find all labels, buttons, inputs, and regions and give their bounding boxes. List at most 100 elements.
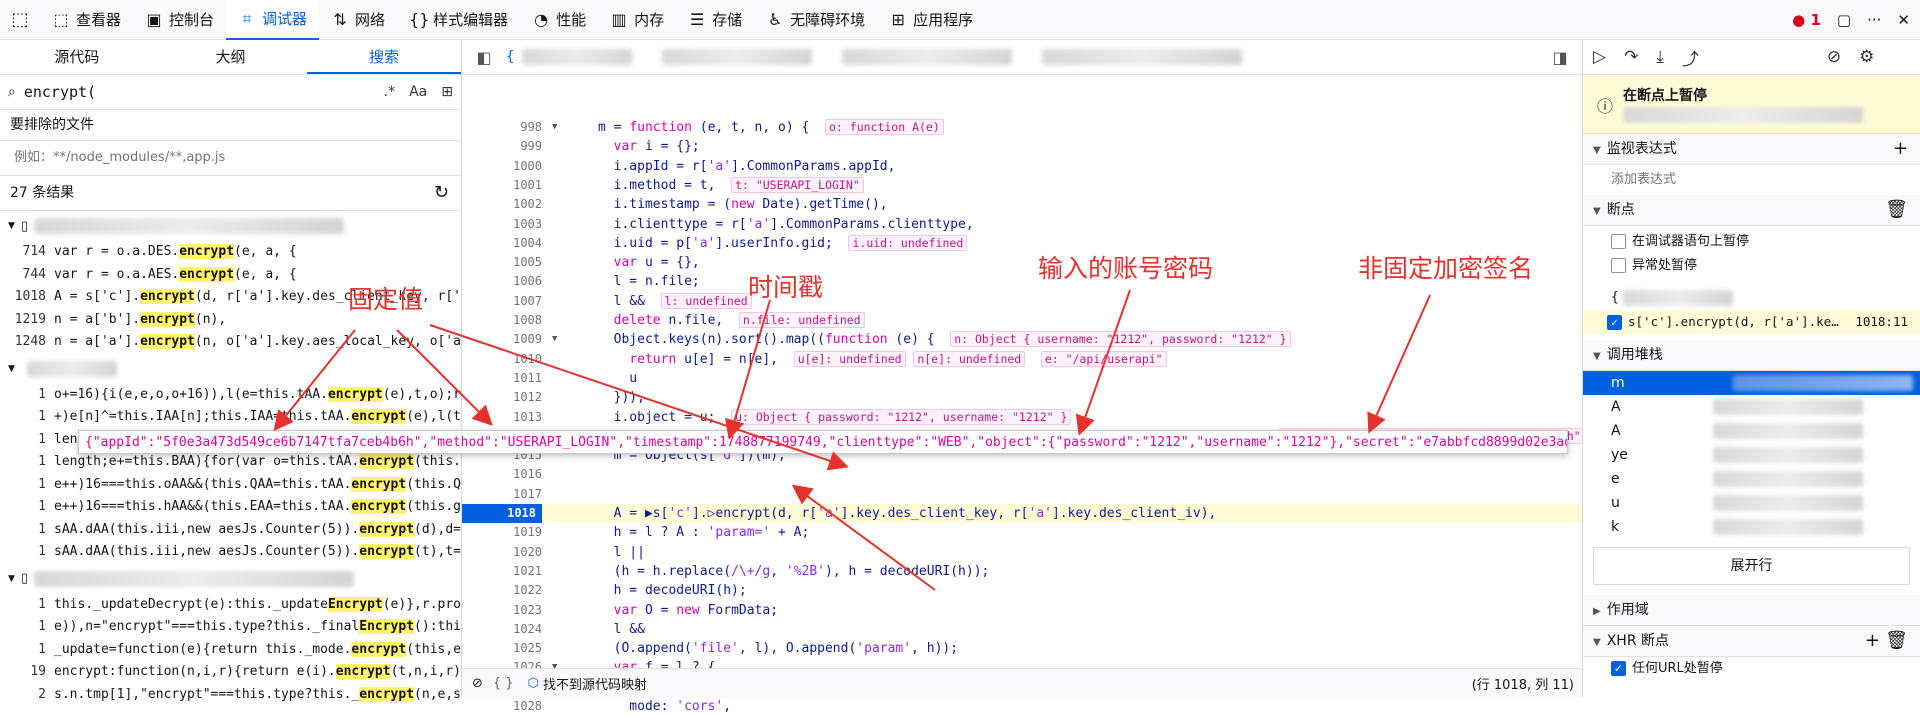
settings-icon[interactable]: ⚙ xyxy=(1859,47,1874,67)
call-stack-frame[interactable]: u xyxy=(1583,491,1920,515)
search-result-row[interactable]: 1248 n = a['a'].encrypt(n, o['a'].key.aes… xyxy=(0,331,461,354)
xhr-breakpoints-header[interactable]: ▼ XHR 断点 🗑 + xyxy=(1583,626,1920,657)
search-result-row[interactable]: 1 o+=16){i(e,e,o,o+16)),l(e=this.tAA.encr… xyxy=(0,384,461,407)
tab-outline[interactable]: 大纲 xyxy=(154,40,308,74)
result-file-header[interactable]: ▼ xyxy=(0,354,461,384)
pause-on-debugger-checkbox[interactable]: 在调试器语句上暂停 xyxy=(1583,230,1920,254)
code-line[interactable]: 1023 var O = new FormData; xyxy=(462,601,1582,620)
step-over-icon[interactable]: ↷ xyxy=(1624,47,1638,67)
deactivate-breakpoints-icon[interactable]: ⊘ xyxy=(1827,47,1841,67)
code-line[interactable]: 1008 delete n.file, n.file: undefined xyxy=(462,311,1582,330)
trash-icon[interactable]: 🗑 xyxy=(1885,195,1908,225)
code-line[interactable]: 1013 i.object = u; u: Object { password:… xyxy=(462,408,1582,427)
dock-toggle-icon[interactable]: ▢ xyxy=(1837,11,1851,29)
search-result-row[interactable]: 1 +)e[n]^=this.IAA[n];this.IAA=this.tAA.e… xyxy=(0,406,461,429)
line-number[interactable]: 1006 xyxy=(462,272,542,291)
call-stack-frame[interactable]: m xyxy=(1583,371,1920,395)
search-result-row[interactable]: 19 encrypt:function(n,i,r){return e(i).en… xyxy=(0,661,461,684)
code-line[interactable]: 1017 xyxy=(462,485,1582,504)
breakpoints-header[interactable]: ▼ 断点 🗑 xyxy=(1583,195,1920,226)
whole-word-icon[interactable]: ⊞ xyxy=(441,84,453,100)
fold-toggle-icon[interactable]: ▼ xyxy=(552,330,557,349)
pause-on-exceptions-checkbox[interactable]: 异常处暂停 xyxy=(1583,254,1920,278)
line-number[interactable]: 1001 xyxy=(462,176,542,195)
code-line[interactable]: 1028 mode: 'cors', xyxy=(462,697,1582,716)
code-line-current[interactable]: 1018 A = ▶s['c'].▷encrypt(d, r['a'].key.… xyxy=(462,504,1582,524)
toggle-right-pane-icon[interactable]: ◨ xyxy=(1538,48,1582,67)
line-number[interactable]: 1024 xyxy=(462,620,542,639)
code-line[interactable]: 1021 (h = h.replace(/\+/g, '%2B'), h = d… xyxy=(462,562,1582,581)
tab-network[interactable]: ⇅ 网络 xyxy=(319,0,397,40)
tab-apps-grid[interactable]: ⊞ 应用程序 xyxy=(877,0,985,40)
code-line[interactable]: 1016 xyxy=(462,465,1582,484)
tab-braces[interactable]: {} 样式编辑器 xyxy=(397,0,520,40)
line-number[interactable]: 1018 xyxy=(462,504,542,524)
line-number[interactable]: 1010 xyxy=(462,350,542,369)
code-line[interactable]: 1025 (O.append('file', l), O.append('par… xyxy=(462,639,1582,658)
more-options-icon[interactable]: ··· xyxy=(1867,11,1881,29)
result-file-header[interactable]: ▼ ▯ xyxy=(0,211,461,241)
search-result-row[interactable]: 1 length;e+=this.BAA){for(var o=this.tAA.… xyxy=(0,451,461,474)
code-line[interactable]: 998 ▼ m = function (e, t, n, o) { o: funct… xyxy=(462,118,1582,137)
code-line[interactable]: 1012 })), xyxy=(462,388,1582,407)
search-result-row[interactable]: 1 sAA.dAA(this.iii,new aesJs.Counter(5)).… xyxy=(0,519,461,542)
tab-sources[interactable]: 源代码 xyxy=(0,40,154,74)
search-result-row[interactable]: 2 s.n.tmp[1],"encrypt"===this.type?this._… xyxy=(0,684,461,707)
add-watch-input[interactable]: 添加表达式 xyxy=(1583,165,1920,195)
pretty-print-icon[interactable]: ⊘ xyxy=(472,676,483,691)
line-number[interactable]: 1025 xyxy=(462,639,542,658)
toggle-sidebar-icon[interactable]: ◧ xyxy=(462,48,506,67)
code-line[interactable]: 1019 h = l ? A : 'param=' + A; xyxy=(462,523,1582,542)
line-number[interactable]: 1012 xyxy=(462,388,542,407)
tab-inspector[interactable]: ⬚ 查看器 xyxy=(40,0,133,40)
tab-memory[interactable]: ▥ 内存 xyxy=(598,0,676,40)
code-line[interactable]: 1001 i.method = t, t: "USERAPI_LOGIN" xyxy=(462,176,1582,195)
tab-storage[interactable]: ☰ 存储 xyxy=(676,0,754,40)
refresh-icon[interactable]: ↻ xyxy=(434,176,449,210)
code-line[interactable]: 1010 return u[e] = n[e], u[e]: undefined… xyxy=(462,350,1582,369)
resume-icon[interactable]: ▷ xyxy=(1593,47,1606,67)
tab-debugger[interactable]: ⌗ 调试器 xyxy=(226,0,320,40)
call-stack-frame[interactable]: A xyxy=(1583,419,1920,443)
line-number[interactable]: 1028 xyxy=(462,697,542,716)
fold-toggle-icon[interactable]: ▼ xyxy=(552,118,557,137)
trash-icon[interactable]: 🗑 xyxy=(1885,626,1908,656)
code-line[interactable]: 1024 l && xyxy=(462,620,1582,639)
code-line[interactable]: 999 var i = {}; xyxy=(462,137,1582,156)
regex-toggle-icon[interactable]: .* xyxy=(384,84,395,100)
line-number[interactable]: 1017 xyxy=(462,485,542,504)
call-stack-header[interactable]: ▼ 调用堆栈 xyxy=(1583,340,1920,371)
add-icon[interactable]: + xyxy=(1893,134,1908,164)
call-stack-frame[interactable]: A xyxy=(1583,395,1920,419)
line-number[interactable]: 1016 xyxy=(462,465,542,484)
call-stack-frame[interactable]: e xyxy=(1583,467,1920,491)
any-url-checkbox[interactable]: ✓ 任何URL处暂停 xyxy=(1583,657,1920,681)
line-number[interactable]: 1008 xyxy=(462,311,542,330)
line-number[interactable]: 1011 xyxy=(462,369,542,388)
line-number[interactable]: 1013 xyxy=(462,408,542,427)
line-number[interactable]: 1009 xyxy=(462,330,542,349)
search-input[interactable]: encrypt( xyxy=(24,83,384,101)
tab-accessibility[interactable]: ♿ 无障碍环境 xyxy=(754,0,877,40)
call-stack-frame[interactable]: k xyxy=(1583,515,1920,539)
line-number[interactable]: 1003 xyxy=(462,215,542,234)
code-line[interactable]: 1007 l && l: undefined xyxy=(462,292,1582,311)
code-line[interactable]: 1011 u xyxy=(462,369,1582,388)
line-number[interactable]: 1021 xyxy=(462,562,542,581)
watch-expressions-header[interactable]: ▼ 监视表达式 + xyxy=(1583,134,1920,165)
match-case-icon[interactable]: Aa xyxy=(409,84,427,100)
line-number[interactable]: 998 xyxy=(462,118,542,137)
step-out-icon[interactable]: ⤴ xyxy=(1682,45,1699,70)
line-number[interactable]: 1019 xyxy=(462,523,542,542)
line-number[interactable]: 1020 xyxy=(462,543,542,562)
add-icon[interactable]: + xyxy=(1865,626,1880,656)
line-number[interactable]: 1004 xyxy=(462,234,542,253)
close-icon[interactable]: ✕ xyxy=(1897,11,1910,29)
search-result-row[interactable]: 1 _update=function(e){return this._mode.e… xyxy=(0,639,461,662)
search-result-row[interactable]: 1 e++)16===this.hAA&&(this.EAA=this.tAA.e… xyxy=(0,496,461,519)
code-line[interactable]: 1002 i.timestamp = (new Date).getTime(), xyxy=(462,195,1582,214)
code-line[interactable]: 1000 i.appId = r['a'].CommonParams.appId… xyxy=(462,157,1582,176)
step-in-icon[interactable]: ⤓ xyxy=(1656,47,1664,67)
search-result-row[interactable]: 1 this._updateDecrypt(e):this._updateEncr… xyxy=(0,594,461,617)
search-result-row[interactable]: 1 e++)16===this.oAA&&(this.QAA=this.tAA.e… xyxy=(0,474,461,497)
